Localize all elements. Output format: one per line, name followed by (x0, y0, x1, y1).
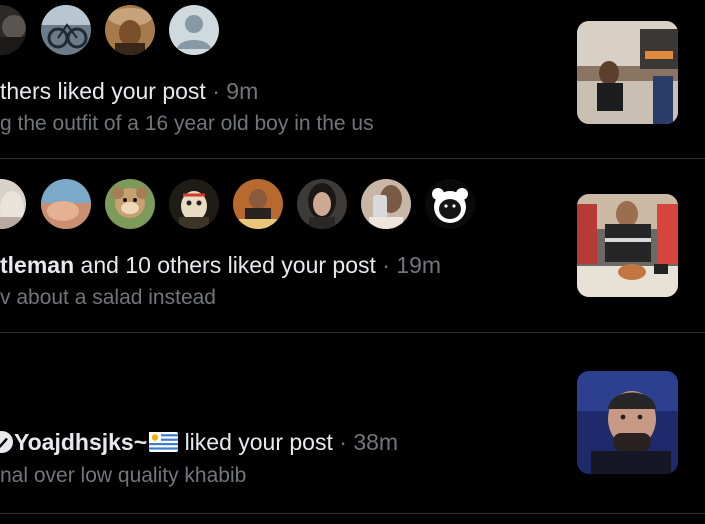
avatar[interactable] (297, 179, 347, 229)
post-snippet: v about a salad instead (0, 286, 216, 309)
notification-text: Yoajdhsjks~ liked your post · 38m (0, 428, 398, 456)
time-separator: · (339, 429, 347, 455)
post-thumbnail[interactable] (577, 21, 678, 124)
timestamp: 38m (353, 429, 399, 455)
post-snippet: g the outfit of a 16 year old boy in the… (0, 112, 374, 135)
time-separator: · (382, 252, 390, 278)
avatar[interactable] (233, 179, 283, 229)
divider (0, 513, 705, 514)
actor-name[interactable]: Yoajdhsjks~ (14, 429, 147, 455)
uruguay-flag-icon (149, 430, 179, 452)
notification-action-text: liked your post (184, 429, 333, 455)
notification-item-3[interactable]: Yoajdhsjks~ liked your post · 38m nal ov… (0, 333, 705, 513)
verified-badge-icon (0, 430, 14, 454)
avatar[interactable] (361, 179, 411, 229)
avatar[interactable] (105, 5, 155, 55)
avatar[interactable] (41, 5, 91, 55)
default-avatar[interactable] (169, 5, 219, 55)
notification-item-1[interactable]: thers liked your post · 9m g the outfit … (0, 0, 705, 158)
avatar[interactable] (169, 179, 219, 229)
bear-avatar[interactable] (425, 179, 475, 229)
post-thumbnail[interactable] (577, 194, 678, 297)
avatar[interactable] (41, 179, 91, 229)
post-snippet: nal over low quality khabib (0, 464, 247, 487)
time-separator: · (212, 78, 220, 104)
notification-action-text: and 10 others liked your post (80, 252, 376, 278)
notification-action-text: thers liked your post (0, 78, 206, 104)
notification-item-2[interactable]: tleman and 10 others liked your post · 1… (0, 159, 705, 332)
avatar[interactable] (0, 5, 26, 55)
avatar[interactable] (0, 179, 26, 229)
notification-text: tleman and 10 others liked your post · 1… (0, 251, 441, 279)
timestamp: 19m (396, 252, 442, 278)
actor-name[interactable]: tleman (0, 252, 74, 278)
avatar[interactable] (105, 179, 155, 229)
timestamp: 9m (226, 78, 259, 104)
post-thumbnail[interactable] (577, 371, 678, 474)
notification-text: thers liked your post · 9m (0, 77, 258, 105)
